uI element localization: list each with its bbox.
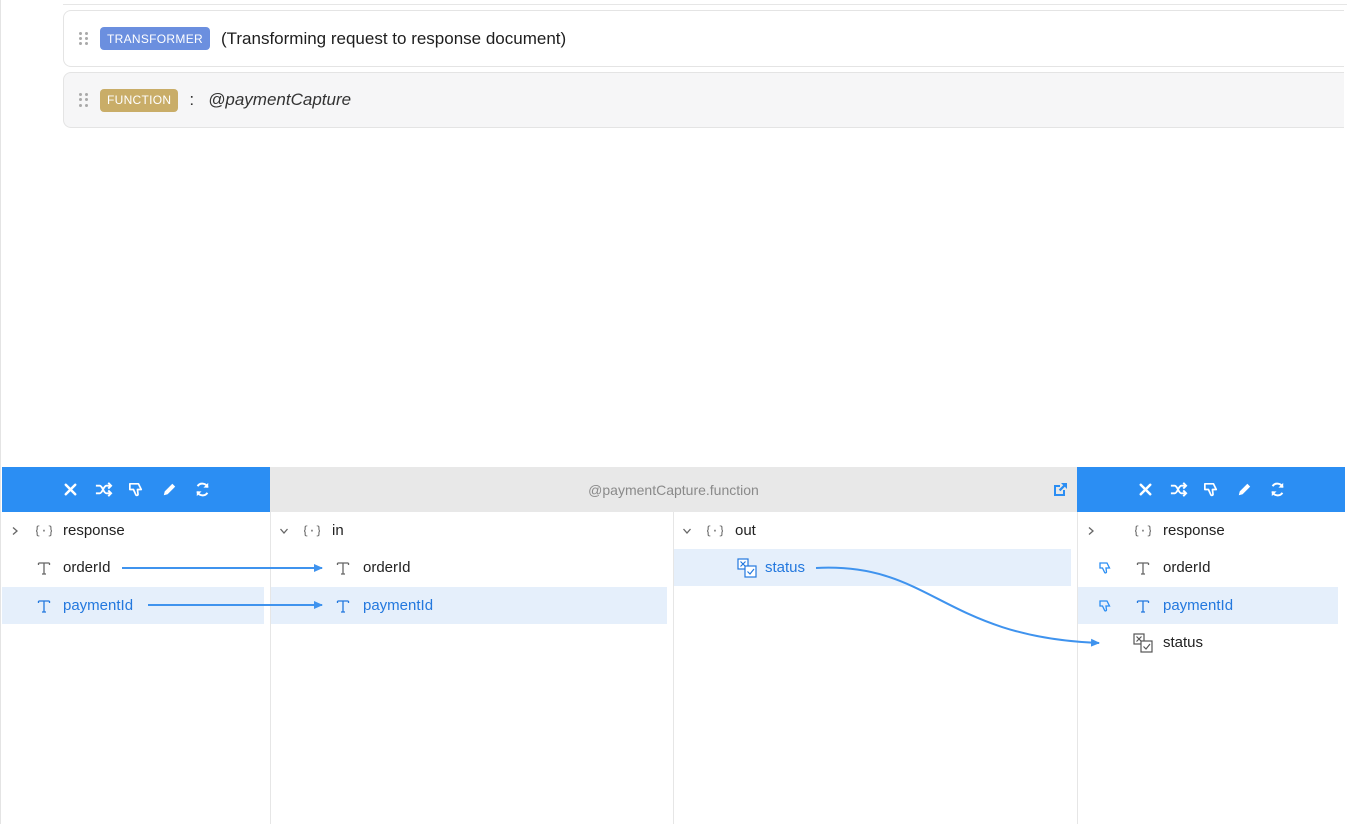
source-row-orderid[interactable]: orderId: [2, 549, 264, 586]
boolean-type-icon: [1133, 632, 1153, 653]
target-row-paymentid[interactable]: paymentId: [1078, 587, 1338, 624]
thumb-down-button[interactable]: [125, 479, 147, 501]
drag-handle-icon[interactable]: [79, 93, 89, 107]
chevron-right-icon[interactable]: [10, 526, 20, 536]
open-external-icon[interactable]: [1051, 481, 1069, 499]
thumb-down-button[interactable]: [1200, 479, 1222, 501]
text-type-icon: [37, 599, 51, 613]
function-header: @paymentCapture.function: [270, 467, 1077, 512]
function-out-row-status[interactable]: status: [674, 549, 1071, 586]
field-label: in: [332, 522, 344, 539]
target-row-orderid[interactable]: orderId: [1078, 549, 1338, 586]
field-label: status: [1163, 634, 1204, 651]
svg-text:{·}: {·}: [1135, 523, 1151, 537]
text-type-icon: [1136, 599, 1150, 613]
pencil-icon: [1238, 483, 1250, 496]
text-type-icon: [336, 599, 350, 613]
function-in-row-orderid[interactable]: orderId: [271, 549, 667, 586]
object-icon: {·}: [1135, 523, 1151, 537]
object-icon: {·}: [707, 523, 723, 537]
svg-text:{·}: {·}: [707, 523, 723, 537]
thumb-down-icon[interactable]: [1097, 560, 1113, 576]
function-header-title: @paymentCapture.function: [588, 481, 759, 498]
shuffle-icon: [1170, 482, 1187, 497]
function-name: @paymentCapture: [208, 90, 352, 109]
function-in-row[interactable]: {·} in: [271, 512, 667, 549]
chevron-down-icon[interactable]: [279, 526, 289, 536]
thumb-down-icon[interactable]: [1097, 598, 1113, 614]
source-row-paymentid[interactable]: paymentId: [2, 587, 264, 624]
close-icon: [1139, 483, 1151, 496]
pencil-button[interactable]: [1233, 479, 1255, 501]
svg-text:{·}: {·}: [36, 523, 52, 537]
function-step[interactable]: FUNCTION : @paymentCapture: [63, 72, 1344, 128]
boolean-type-icon: [737, 557, 757, 578]
target-toolbar: [1077, 467, 1345, 512]
transformer-badge: TRANSFORMER: [100, 27, 210, 50]
function-separator: :: [189, 90, 195, 109]
data-mapper: @paymentCapture.function {·} response or…: [2, 467, 1345, 824]
field-label: paymentId: [363, 597, 434, 614]
field-label: orderId: [1163, 559, 1211, 576]
refresh-button[interactable]: [1266, 479, 1288, 501]
text-type-icon: [1136, 561, 1150, 575]
thumb-down-icon: [1203, 482, 1217, 497]
object-icon: {·}: [304, 523, 320, 537]
field-label: paymentId: [1163, 597, 1234, 614]
function-in-row-paymentid[interactable]: paymentId: [271, 587, 667, 624]
refresh-icon: [195, 482, 209, 497]
close-icon: [64, 483, 76, 496]
top-divider: [63, 4, 1347, 5]
svg-text:{·}: {·}: [304, 523, 320, 537]
pencil-button[interactable]: [158, 479, 180, 501]
pipeline-editor: TRANSFORMER (Transforming request to res…: [0, 0, 1347, 824]
refresh-button[interactable]: [191, 479, 213, 501]
chevron-right-icon[interactable]: [1086, 526, 1096, 536]
transformer-step[interactable]: TRANSFORMER (Transforming request to res…: [63, 10, 1344, 67]
pencil-icon: [163, 483, 175, 496]
object-icon: {·}: [36, 523, 52, 537]
refresh-icon: [1270, 482, 1284, 497]
thumb-down-icon: [128, 482, 142, 497]
close-button[interactable]: [1134, 479, 1156, 501]
field-label: paymentId: [63, 597, 134, 614]
field-label: response: [63, 522, 125, 539]
shuffle-icon: [95, 482, 112, 497]
field-label: status: [765, 559, 806, 576]
field-label: orderId: [363, 559, 411, 576]
text-type-icon: [37, 561, 51, 575]
source-toolbar: [2, 467, 270, 512]
shuffle-button[interactable]: [92, 479, 114, 501]
field-label: response: [1163, 522, 1225, 539]
text-type-icon: [336, 561, 350, 575]
field-label: orderId: [63, 559, 111, 576]
transformer-description: (Transforming request to response docume…: [220, 28, 567, 48]
function-badge: FUNCTION: [100, 88, 179, 112]
source-row-response[interactable]: {·} response: [2, 512, 264, 549]
target-row-response[interactable]: {·} response: [1078, 512, 1338, 549]
shuffle-button[interactable]: [1167, 479, 1189, 501]
field-label: out: [735, 522, 756, 539]
chevron-down-icon[interactable]: [682, 526, 692, 536]
target-row-status[interactable]: status: [1078, 624, 1338, 661]
close-button[interactable]: [59, 479, 81, 501]
function-out-row[interactable]: {·} out: [674, 512, 1071, 549]
drag-handle-icon[interactable]: [79, 31, 89, 46]
